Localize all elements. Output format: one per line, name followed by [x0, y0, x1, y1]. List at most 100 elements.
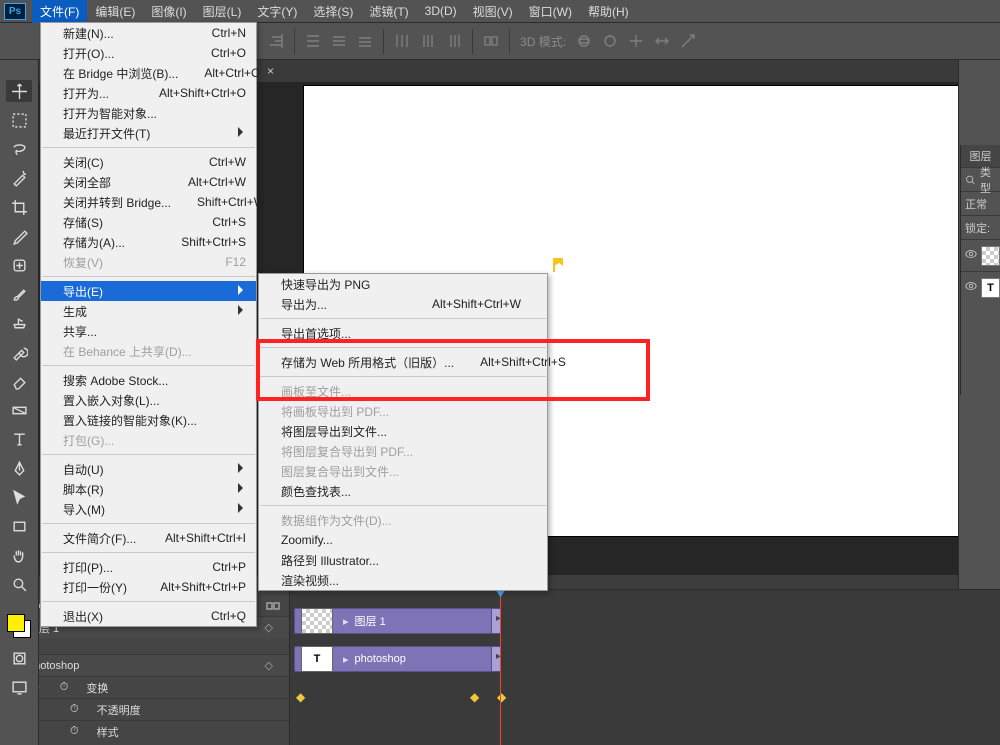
zoom-tool-icon[interactable] — [6, 573, 32, 595]
menu-image[interactable]: 图像(I) — [143, 0, 194, 23]
menu-item[interactable]: 新建(N)...Ctrl+N — [41, 23, 256, 43]
color-swatches[interactable] — [5, 612, 33, 640]
layer-row[interactable] — [961, 239, 1000, 271]
history-brush-tool-icon[interactable] — [6, 341, 32, 363]
menu-item[interactable]: 颜色查找表... — [259, 481, 547, 501]
distribute-bottom-icon[interactable] — [357, 33, 373, 49]
menu-item[interactable]: 自动(U) — [41, 459, 256, 479]
menu-item[interactable]: 生成 — [41, 301, 256, 321]
gradient-tool-icon[interactable] — [6, 399, 32, 421]
zoom-3d-icon[interactable] — [680, 33, 696, 49]
menu-window[interactable]: 窗口(W) — [521, 0, 580, 23]
menu-item[interactable]: 关闭并转到 Bridge...Shift+Ctrl+W — [41, 192, 256, 212]
menu-item[interactable]: 打印一份(Y)Alt+Shift+Ctrl+P — [41, 577, 256, 597]
menu-select[interactable]: 选择(S) — [305, 0, 361, 23]
layer-row[interactable]: T — [961, 271, 1000, 303]
menu-item[interactable]: 在 Bridge 中浏览(B)...Alt+Ctrl+O — [41, 63, 256, 83]
menu-type[interactable]: 文字(Y) — [249, 0, 305, 23]
menu-layer[interactable]: 图层(L) — [195, 0, 250, 23]
auto-align-icon[interactable] — [483, 33, 499, 49]
keyframe-marker-icon[interactable]: ◆ — [470, 690, 479, 704]
eyedropper-tool-icon[interactable] — [6, 225, 32, 247]
timeline-track-group[interactable]: ▾ photoshop ◇ — [0, 654, 289, 676]
menu-item[interactable]: 搜索 Adobe Stock... — [41, 370, 256, 390]
menu-help[interactable]: 帮助(H) — [580, 0, 637, 23]
menu-item[interactable]: 打开为智能对象... — [41, 103, 256, 123]
menu-item[interactable]: 存储为(A)...Shift+Ctrl+S — [41, 232, 256, 252]
close-tab-icon[interactable]: × — [267, 64, 274, 78]
menu-3d[interactable]: 3D(D) — [417, 1, 465, 21]
timeline-clip[interactable]: T ▸ photoshop ▸ — [294, 646, 500, 672]
menu-item[interactable]: 导出为...Alt+Shift+Ctrl+W — [259, 294, 547, 314]
orbit-3d-icon[interactable] — [576, 33, 592, 49]
menu-item[interactable]: 存储为 Web 所用格式（旧版）...Alt+Shift+Ctrl+S — [259, 352, 547, 372]
layer-thumbnail[interactable]: T — [981, 278, 1000, 298]
menu-item[interactable]: 导出首选项... — [259, 323, 547, 343]
magic-wand-tool-icon[interactable] — [6, 167, 32, 189]
layer-visibility-icon[interactable] — [965, 280, 977, 295]
menu-item[interactable]: 置入嵌入对象(L)... — [41, 390, 256, 410]
timeline-prop-row[interactable]: ⏱ 样式 — [0, 720, 289, 742]
align-right-edges-icon[interactable] — [268, 33, 284, 49]
marquee-tool-icon[interactable] — [6, 109, 32, 131]
menu-item[interactable]: 将图层导出到文件... — [259, 421, 547, 441]
menu-item[interactable]: Zoomify... — [259, 530, 547, 550]
distribute-vertical-icon[interactable] — [331, 33, 347, 49]
keyframe-marker-icon[interactable]: ◆ — [497, 690, 506, 704]
menu-item[interactable]: 打开为...Alt+Shift+Ctrl+O — [41, 83, 256, 103]
brush-tool-icon[interactable] — [6, 283, 32, 305]
timeline-transitions-icon[interactable] — [265, 598, 281, 614]
clone-stamp-tool-icon[interactable] — [6, 312, 32, 334]
lock-row[interactable]: 锁定: — [961, 215, 1000, 239]
menu-filter[interactable]: 滤镜(T) — [361, 0, 416, 23]
chevron-right-icon[interactable]: ▸ — [343, 653, 349, 666]
menu-item[interactable]: 共享... — [41, 321, 256, 341]
menu-view[interactable]: 视图(V) — [465, 0, 521, 23]
timeline-prop-row[interactable]: ◂◇▸ ⏱ 变换 — [0, 676, 289, 698]
rectangle-tool-icon[interactable] — [6, 515, 32, 537]
menu-item[interactable]: 打印(P)...Ctrl+P — [41, 557, 256, 577]
layer-filter-row[interactable]: 类型 — [961, 167, 1000, 191]
menu-item[interactable]: 导出(E) — [41, 281, 256, 301]
pen-tool-icon[interactable] — [6, 457, 32, 479]
menu-item[interactable]: 路径到 Illustrator... — [259, 550, 547, 570]
menu-file[interactable]: 文件(F) — [32, 0, 87, 23]
menu-item[interactable]: 退出(X)Ctrl+Q — [41, 606, 256, 626]
distribute-top-icon[interactable] — [305, 33, 321, 49]
move-tool-icon[interactable] — [6, 80, 32, 102]
menu-item[interactable]: 关闭(C)Ctrl+W — [41, 152, 256, 172]
roll-3d-icon[interactable] — [602, 33, 618, 49]
prop-stopwatch-icon[interactable]: ⏱ — [60, 681, 69, 694]
keyframe-stepper[interactable]: ◇ — [265, 621, 273, 634]
distribute-left-icon[interactable] — [394, 33, 410, 49]
keyframe-marker-icon[interactable]: ◆ — [296, 690, 305, 704]
menu-item[interactable]: 导入(M) — [41, 499, 256, 519]
hand-tool-icon[interactable] — [6, 544, 32, 566]
prop-stopwatch-icon[interactable]: ⏱ — [70, 703, 79, 716]
chevron-right-icon[interactable]: ▸ — [343, 615, 349, 628]
timeline-playhead[interactable] — [500, 590, 501, 745]
pan-3d-icon[interactable] — [628, 33, 644, 49]
path-selection-tool-icon[interactable] — [6, 486, 32, 508]
menu-item[interactable]: 最近打开文件(T) — [41, 123, 256, 143]
type-tool-icon[interactable] — [6, 428, 32, 450]
lasso-tool-icon[interactable] — [6, 138, 32, 160]
menu-item[interactable]: 文件简介(F)...Alt+Shift+Ctrl+I — [41, 528, 256, 548]
menu-item[interactable]: 存储(S)Ctrl+S — [41, 212, 256, 232]
healing-brush-tool-icon[interactable] — [6, 254, 32, 276]
slide-3d-icon[interactable] — [654, 33, 670, 49]
menu-item[interactable]: 打开(O)...Ctrl+O — [41, 43, 256, 63]
menu-item[interactable]: 脚本(R) — [41, 479, 256, 499]
menu-item[interactable]: 置入链接的智能对象(K)... — [41, 410, 256, 430]
timeline-clip[interactable]: ▸ 图层 1 ▸ — [294, 608, 500, 634]
crop-tool-icon[interactable] — [6, 196, 32, 218]
quick-mask-icon[interactable] — [6, 647, 32, 669]
distribute-right-icon[interactable] — [446, 33, 462, 49]
menu-item[interactable]: 关闭全部Alt+Ctrl+W — [41, 172, 256, 192]
distribute-horizontal-icon[interactable] — [420, 33, 436, 49]
keyframe-stepper[interactable]: ◇ — [265, 659, 273, 672]
layer-thumbnail[interactable] — [981, 246, 1000, 266]
timeline-prop-row[interactable]: ⏱ 不透明度 — [0, 698, 289, 720]
eraser-tool-icon[interactable] — [6, 370, 32, 392]
menu-item[interactable]: 快速导出为 PNG — [259, 274, 547, 294]
